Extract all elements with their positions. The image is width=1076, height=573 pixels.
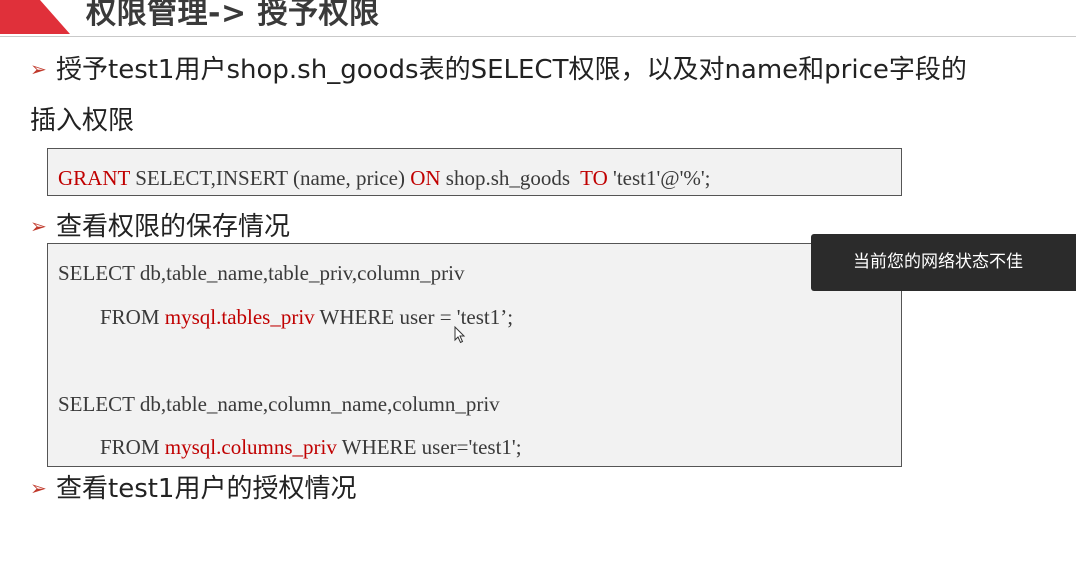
bullet-arrow-icon: ➢ xyxy=(30,57,47,81)
bullet-view-grants: ➢ 查看test1用户的授权情况 xyxy=(30,470,356,507)
code-text: WHERE user='test1'; xyxy=(336,435,522,459)
code-keyword: TO xyxy=(580,166,608,190)
code-line-from-tables: FROM mysql.tables_priv WHERE user = 'tes… xyxy=(100,304,513,330)
bullet-continuation: 插入权限 xyxy=(30,106,135,136)
code-line-from-columns: FROM mysql.columns_priv WHERE user='test… xyxy=(100,434,522,460)
title-divider xyxy=(0,36,1076,37)
bullet-view-privileges: ➢ 查看权限的保存情况 xyxy=(30,208,290,245)
code-text: 'test1'@'%'; xyxy=(607,166,711,190)
code-line-grant: GRANT SELECT,INSERT (name, price) ON sho… xyxy=(58,165,711,191)
code-keyword: ON xyxy=(410,166,441,190)
bullet-arrow-icon: ➢ xyxy=(30,214,47,238)
bullet-grant-select: ➢ 授予test1用户shop.sh_goods表的SELECT权限，以及对nam… xyxy=(30,51,967,88)
mouse-cursor-icon xyxy=(454,326,466,344)
code-text: shop.sh_goods xyxy=(440,166,581,190)
title-accent-shape xyxy=(0,0,70,34)
bullet-text: 查看权限的保存情况 xyxy=(56,212,291,242)
grant-code-box: GRANT SELECT,INSERT (name, price) ON sho… xyxy=(47,148,902,196)
network-status-toast: 当前您的网络状态不佳 xyxy=(811,234,1076,291)
code-line-select-columns: SELECT db,table_name,column_name,column_… xyxy=(58,392,500,416)
code-text: FROM xyxy=(100,305,165,329)
code-line-select-tables: SELECT db,table_name,table_priv,column_p… xyxy=(58,261,465,285)
code-keyword: GRANT xyxy=(58,166,130,190)
bullet-text: 查看test1用户的授权情况 xyxy=(56,474,357,504)
code-keyword: mysql.columns_priv xyxy=(164,435,337,459)
bullet-arrow-icon: ➢ xyxy=(30,476,47,500)
slide-title: 权限管理-> 授予权限 xyxy=(86,0,380,31)
code-keyword: mysql.tables_priv xyxy=(164,305,315,329)
query-code-box: SELECT db,table_name,table_priv,column_p… xyxy=(47,243,902,467)
slide-canvas: 权限管理-> 授予权限 ➢ 授予test1用户shop.sh_goods表的SEL… xyxy=(0,0,1076,573)
code-text: FROM xyxy=(100,435,165,459)
code-text: SELECT,INSERT (name, price) xyxy=(129,166,411,190)
code-text: WHERE user = 'test1’; xyxy=(314,305,514,329)
bullet-text: 授予test1用户shop.sh_goods表的SELECT权限，以及对name… xyxy=(56,55,967,85)
